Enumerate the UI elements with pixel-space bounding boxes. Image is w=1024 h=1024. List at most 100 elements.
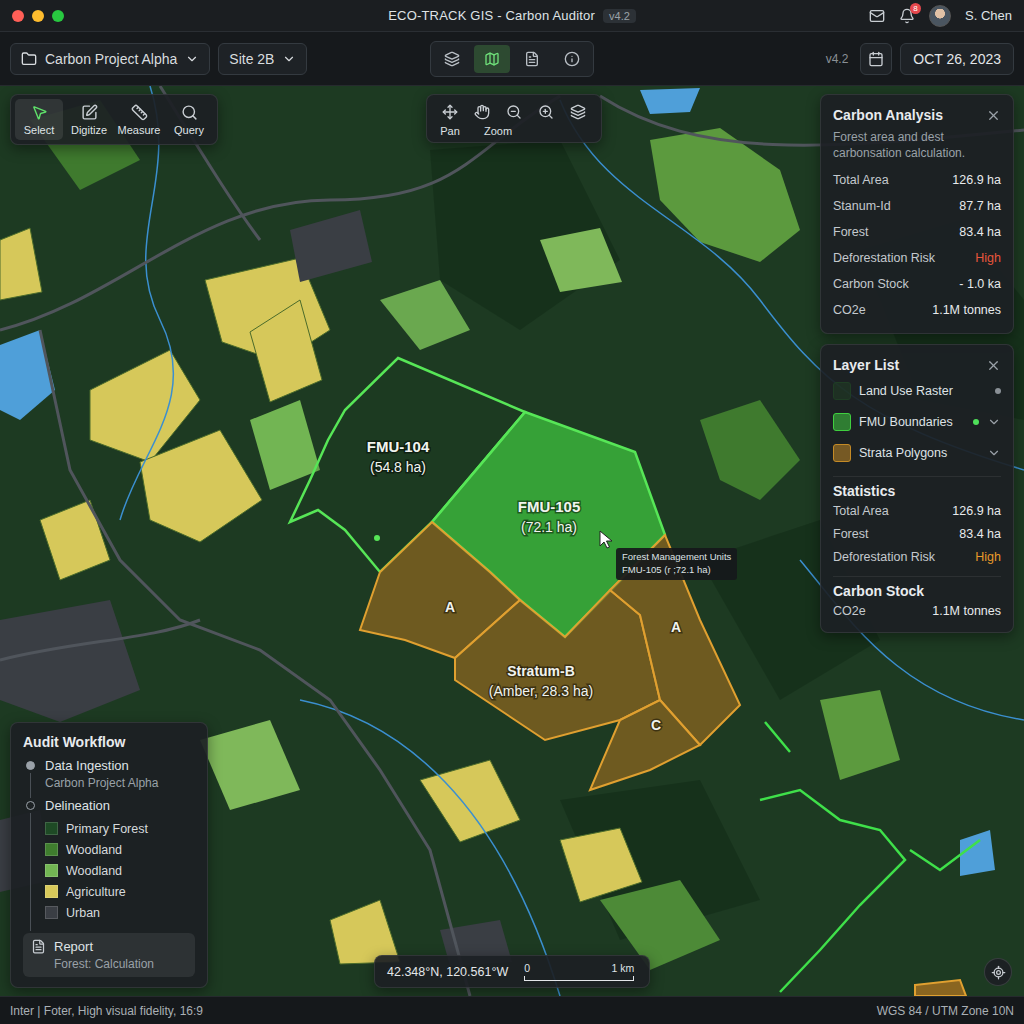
stat-value: - 1.0 ka — [959, 277, 1001, 291]
scale-end: 1 km — [611, 962, 634, 974]
close-button[interactable] — [12, 10, 24, 22]
legend-item: Woodland — [45, 860, 195, 881]
calendar-button[interactable] — [860, 43, 892, 75]
tool-label: Select — [24, 124, 55, 136]
section-title: Statistics — [833, 476, 1001, 499]
digitize-icon — [81, 104, 98, 121]
layer-row[interactable]: FMU Boundaries — [833, 406, 1001, 437]
stat-value: 1.1M tonnes — [932, 303, 1001, 317]
stratum-polygon — [915, 980, 966, 996]
stat-row: Forest83.4 ha — [833, 219, 1001, 245]
legend-swatch — [45, 885, 58, 898]
report-step[interactable]: ReportForest: Calculation — [23, 933, 195, 977]
chevron-down-icon[interactable] — [987, 446, 1001, 460]
coordinates: 42.348°N, 120.561°W — [387, 965, 508, 979]
stratum-polygon[interactable] — [610, 535, 740, 745]
agriculture-field — [250, 300, 322, 402]
stratum-polygon[interactable] — [590, 700, 700, 790]
document-icon — [31, 939, 46, 954]
user-name: S. Chen — [965, 8, 1012, 23]
close-icon — [986, 108, 1001, 123]
hand-icon — [474, 104, 490, 120]
stat-row: Stanum-Id87.7 ha — [833, 193, 1001, 219]
layer-swatch — [833, 444, 851, 462]
calendar-icon — [868, 51, 884, 67]
tool-button[interactable]: Select — [15, 99, 63, 140]
layers-icon — [570, 104, 586, 120]
stat-label: CO2e — [833, 303, 866, 317]
close-panel-button[interactable] — [986, 358, 1001, 373]
nav-button[interactable] — [469, 101, 495, 123]
legend-item: Woodland — [45, 839, 195, 860]
panel-header: Layer List — [833, 355, 1001, 375]
stat-label: CO2e — [833, 604, 866, 618]
urban-area — [0, 600, 140, 722]
view-mode-button[interactable] — [554, 45, 590, 73]
version-badge: v4.2 — [603, 9, 636, 23]
tool-button[interactable]: Query — [165, 99, 213, 140]
step-title: Delineation — [45, 798, 195, 814]
woodland-patch — [820, 690, 900, 780]
stat-label: Carbon Stock — [833, 277, 909, 291]
stat-row: Deforestation RiskHigh — [833, 245, 1001, 271]
stat-label: Forest — [833, 527, 868, 541]
nav-button[interactable] — [501, 101, 527, 123]
stat-row: CO2e1.1M tonnes — [833, 599, 1001, 622]
view-mode-group — [430, 41, 594, 77]
minimize-button[interactable] — [32, 10, 44, 22]
tool-button[interactable]: Digitize — [65, 99, 113, 140]
tools-panel: Select Digitize Measure Query — [10, 94, 218, 145]
date-field[interactable]: OCT 26, 2023 — [900, 43, 1014, 75]
visibility-dot[interactable] — [973, 419, 979, 425]
stat-value: 126.9 ha — [952, 173, 1001, 187]
navigation-panel: PanZoom — [426, 94, 602, 143]
stratum-label: A — [445, 599, 455, 615]
agriculture-field — [40, 500, 110, 580]
panel-title: Audit Workflow — [23, 734, 195, 750]
land-use-legend: Primary ForestWoodlandWoodlandAgricultur… — [45, 818, 195, 923]
scale-bar: 01 km — [524, 962, 634, 981]
lake — [0, 330, 55, 420]
status-right: WGS 84 / UTM Zone 10N — [877, 1004, 1014, 1018]
stat-value: 126.9 ha — [952, 504, 1001, 518]
pan-icon — [442, 104, 458, 120]
stat-label: Stanum-Id — [833, 199, 891, 213]
view-mode-button[interactable] — [434, 45, 470, 73]
stat-label: Deforestation Risk — [833, 550, 935, 564]
notifications[interactable]: 8 — [899, 8, 915, 24]
chevron-down-icon[interactable] — [987, 415, 1001, 429]
vertex-marker — [374, 535, 380, 541]
layer-row[interactable]: Strata Polygons — [833, 437, 1001, 468]
tool-button[interactable]: Measure — [115, 99, 163, 140]
stat-label: Deforestation Risk — [833, 251, 935, 265]
nav-button[interactable] — [533, 101, 559, 123]
scale-labels: 01 km — [524, 962, 634, 974]
project-select[interactable]: Carbon Project Alpha — [10, 43, 210, 75]
legend-label: Agriculture — [66, 885, 126, 899]
agriculture-field — [0, 228, 42, 300]
layer-row[interactable]: Land Use Raster — [833, 375, 1001, 406]
terrain — [0, 86, 1024, 996]
title-actions: 8 S. Chen — [869, 5, 1012, 27]
title-group: ECO-TRACK GIS - Carbon Auditorv4.2 — [388, 8, 636, 23]
workflow-step[interactable]: Data IngestionCarbon Project Alpha — [23, 758, 195, 798]
mail-icon[interactable] — [869, 8, 885, 24]
close-panel-button[interactable] — [986, 108, 1001, 123]
nav-button[interactable] — [437, 101, 463, 123]
locate-button[interactable] — [984, 958, 1012, 986]
stat-row: Total Area126.9 ha — [833, 499, 1001, 522]
site-select[interactable]: Site 2B — [218, 43, 307, 75]
step-subtitle: Forest: Calculation — [54, 957, 154, 971]
woodland-patch — [700, 400, 800, 500]
workflow-step[interactable]: Delineation Primary ForestWoodlandWoodlan… — [23, 798, 195, 931]
visibility-dot[interactable] — [995, 388, 1001, 394]
tool-label: Measure — [118, 124, 161, 136]
nav-label: Pan — [440, 125, 460, 137]
scale-line — [524, 976, 634, 981]
view-mode-button[interactable] — [514, 45, 550, 73]
maximize-button[interactable] — [52, 10, 64, 22]
nav-button[interactable] — [565, 101, 591, 123]
user-avatar[interactable] — [929, 5, 951, 27]
step-body: Data IngestionCarbon Project Alpha — [45, 758, 195, 798]
view-mode-button[interactable] — [474, 45, 510, 73]
